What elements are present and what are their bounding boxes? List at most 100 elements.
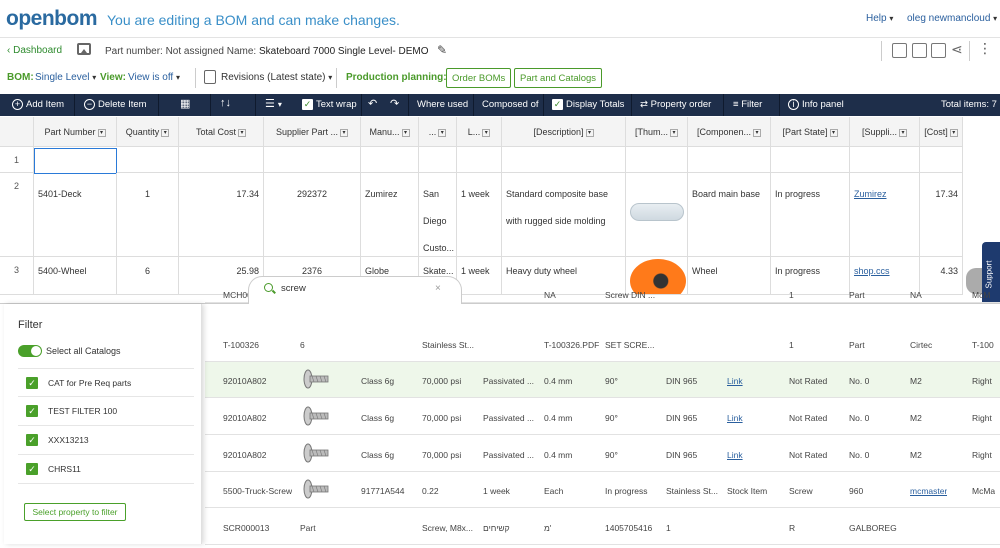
text-wrap-label[interactable]: Text wrap [316, 99, 357, 110]
column-filter-icon[interactable]: ▾ [340, 128, 349, 137]
grid-cell[interactable] [361, 147, 419, 173]
column-header-label[interactable]: [Cost] [924, 127, 948, 137]
grid-cell[interactable]: In progress [771, 173, 850, 257]
revisions-label[interactable]: Revisions (Latest state) [221, 72, 326, 83]
grid-cell[interactable]: Zumirez [850, 173, 920, 257]
download-icon[interactable] [912, 43, 927, 58]
column-header[interactable]: Supplier Part ... ▾ [264, 117, 361, 147]
grid-cell[interactable] [34, 148, 117, 174]
search-input[interactable] [281, 283, 421, 294]
grid-cell[interactable] [626, 173, 688, 257]
grid-cell[interactable] [179, 147, 264, 173]
column-filter-icon[interactable]: ▾ [97, 128, 106, 137]
grid-cell[interactable]: 292372 [264, 173, 361, 257]
screw-thumbnail[interactable] [300, 366, 330, 392]
help-label[interactable]: Help [866, 13, 887, 24]
user-name[interactable]: oleg newmancloud [907, 13, 990, 24]
column-header-label[interactable]: Manu... [369, 127, 399, 137]
select-property-button[interactable]: Select property to filter [24, 503, 126, 521]
checkbox-checked-icon[interactable]: ✓ [26, 463, 38, 475]
display-totals-label[interactable]: Display Totals [566, 99, 624, 110]
column-header[interactable]: [Thum... ▾ [626, 117, 688, 147]
column-filter-icon[interactable]: ▾ [401, 128, 410, 137]
column-header-label[interactable]: [Part State] [782, 127, 827, 137]
info-panel-button[interactable]: i Info panel [788, 99, 844, 110]
align-icon[interactable]: ☰ ▾ [265, 97, 282, 110]
result-row[interactable]: 92010A802 Class 6g 70,000 psi Passivated ..… [205, 362, 1000, 398]
screw-thumbnail[interactable] [300, 403, 330, 429]
grid-cell[interactable] [771, 147, 850, 173]
checkbox-checked-icon[interactable]: ✓ [26, 377, 38, 389]
column-header-label[interactable]: [Componen... [697, 127, 751, 137]
where-used-button[interactable]: Where used [417, 99, 468, 110]
filter-catalog-item[interactable]: ✓ TEST FILTER 100 [18, 397, 194, 426]
result-row[interactable]: SCR000013 Part Screw, M8x... קשיחים מ' 140570… [205, 509, 1000, 545]
column-header[interactable]: [Componen... ▾ [688, 117, 771, 147]
openbom-logo[interactable]: openbom [6, 7, 98, 31]
add-item-button[interactable]: + Add Item [12, 99, 64, 110]
view-select[interactable]: View is off ▾ [128, 72, 180, 83]
column-header[interactable]: Quantity ▾ [117, 117, 179, 147]
bom-type-select[interactable]: Single Level ▾ [35, 72, 96, 83]
image-icon[interactable] [77, 43, 91, 55]
column-filter-icon[interactable]: ▾ [670, 128, 678, 137]
grid-cell[interactable]: 5401-Deck [34, 173, 117, 257]
result-row[interactable]: 92010A802 Class 6g 70,000 psi Passivated ..… [205, 436, 1000, 472]
column-filter-icon[interactable]: ▾ [585, 128, 594, 137]
grid-cell[interactable]: Standard composite base with rugged side… [502, 173, 626, 257]
display-totals-toggle[interactable]: ✓ Display Totals [552, 99, 624, 110]
text-wrap-toggle[interactable]: ✓ Text wrap [302, 99, 357, 110]
screw-thumbnail[interactable] [300, 440, 330, 466]
column-filter-icon[interactable]: ▾ [899, 128, 908, 137]
document-icon[interactable] [892, 43, 907, 58]
property-order-label[interactable]: Property order [651, 99, 712, 110]
column-header-label[interactable]: L... [468, 127, 481, 137]
deck-thumbnail[interactable] [630, 203, 684, 221]
column-header[interactable]: [Cost] ▾ [920, 117, 963, 147]
column-header[interactable]: ... ▾ [419, 117, 457, 147]
grid-cell[interactable]: 1 [117, 173, 179, 257]
column-header-label[interactable]: Supplier Part ... [276, 127, 338, 137]
revisions-select[interactable]: Revisions (Latest state) ▾ [221, 72, 332, 83]
columns-icon[interactable]: ▦ [180, 97, 190, 110]
grid-cell[interactable]: San Diego Custo... [419, 173, 457, 257]
select-all-toggle[interactable] [18, 345, 42, 357]
column-header-label[interactable]: Total Cost [196, 127, 236, 137]
column-header[interactable]: [Part State] ▾ [771, 117, 850, 147]
grid-cell[interactable]: Zumirez [361, 173, 419, 257]
filter-button[interactable]: ≡ Filter [733, 99, 762, 110]
dashboard-label[interactable]: Dashboard [13, 45, 62, 56]
result-row[interactable]: 92010A802 Class 6g 70,000 psi Passivated ..… [205, 399, 1000, 435]
user-menu[interactable]: oleg newmancloud ▾ [907, 13, 997, 24]
more-icon[interactable]: ⋮ [978, 40, 992, 57]
grid-cell[interactable] [626, 147, 688, 173]
column-filter-icon[interactable]: ▾ [829, 128, 838, 137]
composed-of-button[interactable]: Composed of [482, 99, 539, 110]
add-item-label[interactable]: Add Item [26, 99, 64, 110]
column-filter-icon[interactable]: ▾ [238, 128, 247, 137]
clear-search-icon[interactable]: × [435, 283, 441, 294]
parts-catalogs-button[interactable]: Part and Catalogs [514, 68, 603, 88]
result-cell[interactable]: Link [727, 376, 743, 386]
grid-cell[interactable]: 6 [117, 257, 179, 295]
result-cell[interactable]: Link [727, 413, 743, 423]
grid-cell[interactable] [850, 147, 920, 173]
result-cell[interactable]: mcmaster [910, 486, 947, 496]
filter-label[interactable]: Filter [741, 99, 762, 110]
column-header-label[interactable]: Quantity [126, 127, 160, 137]
view-value[interactable]: View is off [128, 72, 173, 83]
redo-icon[interactable]: ↷ [390, 97, 399, 110]
help-menu[interactable]: Help ▾ [866, 13, 893, 24]
info-panel-label[interactable]: Info panel [802, 99, 844, 110]
filter-catalog-item[interactable]: ✓ XXX13213 [18, 426, 194, 455]
grid-cell[interactable]: Board main base [688, 173, 771, 257]
column-header[interactable]: L... ▾ [457, 117, 502, 147]
support-label[interactable]: Support [985, 260, 994, 288]
bom-type-value[interactable]: Single Level [35, 72, 89, 83]
column-filter-icon[interactable]: ▾ [482, 128, 491, 137]
undo-icon[interactable]: ↶ [368, 97, 377, 110]
property-order-button[interactable]: ⇄ Property order [640, 99, 711, 110]
grid-cell[interactable]: 5400-Wheel [34, 257, 117, 295]
revisions-icon[interactable] [204, 70, 216, 84]
grid-cell[interactable]: 1 week [457, 173, 502, 257]
